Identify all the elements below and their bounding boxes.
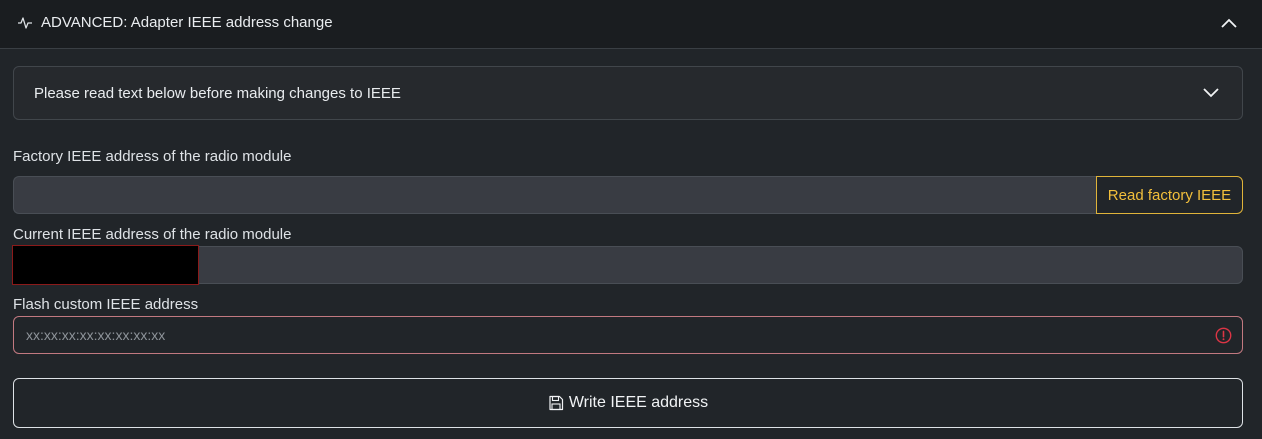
redaction-box: [12, 245, 199, 285]
current-ieee-label: Current IEEE address of the radio module: [13, 226, 292, 243]
factory-ieee-input[interactable]: [13, 176, 1097, 214]
flash-ieee-label: Flash custom IEEE address: [13, 296, 199, 313]
activity-pulse-icon: [18, 17, 32, 29]
section-title: ADVANCED: Adapter IEEE address change: [41, 14, 333, 31]
read-factory-ieee-button[interactable]: Read factory IEEE: [1096, 176, 1243, 214]
error-icon: [1215, 327, 1232, 344]
floppy-disk-icon: [549, 395, 563, 411]
notice-text: Please read text below before making cha…: [34, 85, 401, 102]
chevron-down-icon: [1203, 88, 1219, 98]
chevron-up-icon: [1221, 18, 1237, 28]
notice-toggle[interactable]: [1200, 82, 1222, 104]
collapse-toggle[interactable]: [1217, 12, 1241, 34]
section-header[interactable]: ADVANCED: Adapter IEEE address change: [0, 0, 1262, 49]
write-ieee-label: Write IEEE address: [568, 394, 709, 411]
notice-accordion[interactable]: Please read text below before making cha…: [13, 66, 1243, 120]
factory-ieee-label: Factory IEEE address of the radio module: [13, 148, 292, 165]
flash-ieee-input[interactable]: [13, 316, 1243, 354]
write-ieee-button[interactable]: Write IEEE address: [13, 378, 1243, 428]
